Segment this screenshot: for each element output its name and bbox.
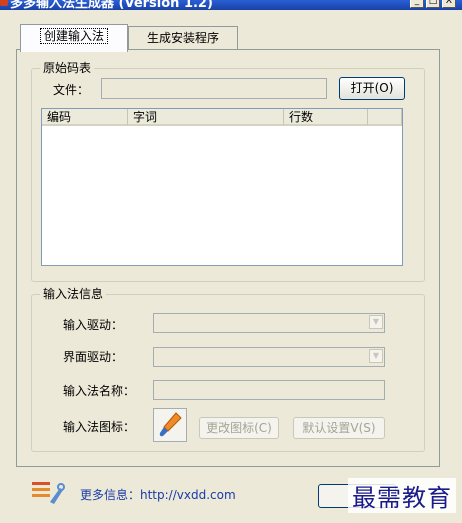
- tab-build-installer[interactable]: 生成安装程序: [128, 26, 238, 50]
- title-bar: 多多输入法生成器 (Version 1.2) _ □ X: [0, 0, 462, 10]
- close-button[interactable]: X: [442, 0, 456, 8]
- file-path-field[interactable]: [101, 78, 327, 99]
- source-table-list[interactable]: 编码 字词 行数: [41, 108, 403, 266]
- source-table-legend: 原始码表: [40, 61, 95, 75]
- input-driver-label: 输入驱动：: [63, 318, 124, 332]
- watermark-text: 最需教育: [348, 478, 456, 513]
- default-settings-button[interactable]: 默认设置V(S): [293, 417, 385, 439]
- open-file-button[interactable]: 打开(O): [339, 77, 405, 100]
- tab-create-ime-label: 创建输入法: [39, 28, 108, 44]
- column-header-code[interactable]: 编码: [42, 109, 128, 126]
- ime-name-field[interactable]: [153, 380, 385, 400]
- ui-driver-combo[interactable]: ▼: [153, 347, 385, 367]
- settings-tools-icon: [30, 478, 66, 506]
- ime-icon-label: 输入法图标：: [63, 420, 136, 434]
- column-header-word[interactable]: 字词: [128, 109, 284, 126]
- minimize-button[interactable]: _: [410, 0, 424, 8]
- input-driver-combo[interactable]: ▼: [153, 313, 385, 333]
- ui-driver-dropdown-icon[interactable]: ▼: [369, 349, 383, 363]
- change-icon-button[interactable]: 更改图标(C): [199, 417, 279, 439]
- app-icon: [0, 0, 8, 6]
- app-window: { "window": { "title_fragment": "多多输入法生成…: [0, 0, 462, 523]
- brush-icon: [159, 412, 182, 437]
- file-label: 文件：: [53, 83, 90, 97]
- tab-build-installer-label: 生成安装程序: [146, 31, 219, 45]
- column-header-rows[interactable]: 行数: [284, 109, 368, 126]
- tab-create-ime[interactable]: 创建输入法: [20, 24, 128, 52]
- more-info-link[interactable]: 更多信息：http://vxdd.com: [80, 486, 236, 503]
- input-driver-dropdown-icon[interactable]: ▼: [369, 315, 383, 329]
- maximize-button[interactable]: □: [426, 0, 440, 8]
- ime-info-legend: 输入法信息: [40, 287, 107, 301]
- column-header-filler: [368, 109, 402, 126]
- window-title: 多多输入法生成器 (Version 1.2): [10, 0, 213, 10]
- ime-name-label: 输入法名称：: [63, 384, 136, 398]
- ui-driver-label: 界面驱动：: [63, 350, 124, 364]
- ime-icon-preview[interactable]: [153, 408, 187, 442]
- tab-panel: 原始码表 文件： 打开(O) 编码 字词 行数 输入法信息 输入驱动： ▼ 界面…: [16, 49, 440, 467]
